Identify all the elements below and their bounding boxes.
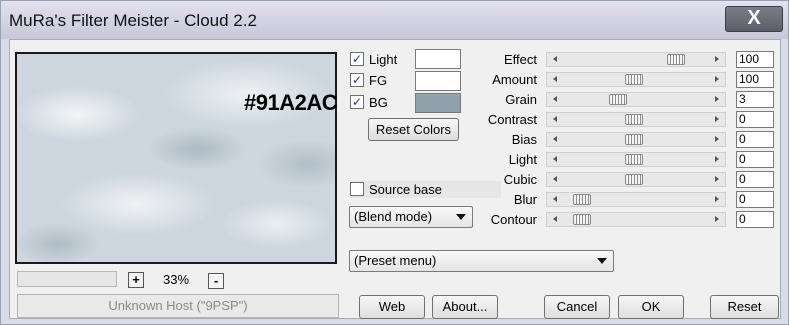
host-status: Unknown Host ("9PSP") xyxy=(17,294,339,318)
param-value-1[interactable]: 100 xyxy=(736,71,774,88)
param-label-3: Contrast xyxy=(487,112,537,127)
arrow-right-icon[interactable] xyxy=(715,216,719,222)
slider-thumb[interactable] xyxy=(609,94,627,105)
param-label-6: Cubic xyxy=(503,172,537,187)
fg-checkbox-label: FG xyxy=(369,73,388,88)
param-value-6[interactable]: 0 xyxy=(736,171,774,188)
param-value-5[interactable]: 0 xyxy=(736,151,774,168)
param-slider-8[interactable] xyxy=(546,212,726,227)
param-label-7: Blur xyxy=(513,192,537,207)
window-title: MuRa's Filter Meister - Cloud 2.2 xyxy=(9,11,257,30)
param-slider-0[interactable] xyxy=(546,52,726,67)
param-value-2[interactable]: 3 xyxy=(736,91,774,108)
ok-button[interactable]: OK xyxy=(618,295,684,319)
arrow-right-icon[interactable] xyxy=(715,76,719,82)
filter-dialog-window: MuRa's Filter Meister - Cloud 2.2 X #91A… xyxy=(0,0,789,325)
light-checkbox[interactable]: ✓ xyxy=(350,52,364,66)
param-value-8[interactable]: 0 xyxy=(736,211,774,228)
param-label-2: Grain xyxy=(505,92,537,107)
zoom-in-button[interactable]: + xyxy=(128,272,144,288)
arrow-left-icon[interactable] xyxy=(553,196,557,202)
param-slider-3[interactable] xyxy=(546,112,726,127)
slider-thumb[interactable] xyxy=(573,214,591,225)
blend-mode-value: (Blend mode) xyxy=(354,209,433,224)
source-base-label: Source base xyxy=(369,182,442,197)
reset-button[interactable]: Reset xyxy=(710,295,779,319)
param-value-3[interactable]: 0 xyxy=(736,111,774,128)
param-value-7[interactable]: 0 xyxy=(736,191,774,208)
arrow-left-icon[interactable] xyxy=(553,156,557,162)
source-base-checkbox[interactable] xyxy=(350,182,364,196)
slider-thumb[interactable] xyxy=(667,54,685,65)
close-button[interactable]: X xyxy=(725,6,783,32)
arrow-left-icon[interactable] xyxy=(553,96,557,102)
slider-thumb[interactable] xyxy=(625,114,643,125)
arrow-right-icon[interactable] xyxy=(715,156,719,162)
param-label-5: Light xyxy=(508,152,537,167)
arrow-right-icon[interactable] xyxy=(715,176,719,182)
arrow-left-icon[interactable] xyxy=(553,116,557,122)
arrow-right-icon[interactable] xyxy=(715,56,719,62)
arrow-left-icon[interactable] xyxy=(553,56,557,62)
zoom-out-button[interactable]: - xyxy=(208,273,224,289)
slider-thumb[interactable] xyxy=(625,154,643,165)
param-slider-6[interactable] xyxy=(546,172,726,187)
preview-image[interactable] xyxy=(15,52,337,264)
param-slider-2[interactable] xyxy=(546,92,726,107)
fg-checkbox[interactable]: ✓ xyxy=(350,73,364,87)
slider-thumb[interactable] xyxy=(573,194,591,205)
preset-menu-dropdown[interactable]: (Preset menu) xyxy=(349,250,614,272)
param-value-0[interactable]: 100 xyxy=(736,51,774,68)
zoom-level: 33% xyxy=(163,272,190,287)
param-label-8: Contour xyxy=(490,212,537,227)
param-label-0: Effect xyxy=(503,52,537,67)
param-value-4[interactable]: 0 xyxy=(736,131,774,148)
param-label-1: Amount xyxy=(492,72,537,87)
arrow-right-icon[interactable] xyxy=(715,196,719,202)
slider-thumb[interactable] xyxy=(625,74,643,85)
cancel-button[interactable]: Cancel xyxy=(544,295,610,319)
about-button[interactable]: About... xyxy=(432,295,498,319)
arrow-left-icon[interactable] xyxy=(553,136,557,142)
param-slider-1[interactable] xyxy=(546,72,726,87)
preset-menu-value: (Preset menu) xyxy=(354,253,437,268)
preview-scrollbar[interactable] xyxy=(17,271,117,287)
bg-color-hex-label: #91A2AC xyxy=(244,90,338,115)
light-checkbox-label: Light xyxy=(369,52,398,67)
arrow-right-icon[interactable] xyxy=(715,116,719,122)
slider-thumb[interactable] xyxy=(625,134,643,145)
web-button[interactable]: Web xyxy=(359,295,425,319)
title-bar[interactable]: MuRa's Filter Meister - Cloud 2.2 X xyxy=(1,1,788,39)
param-slider-5[interactable] xyxy=(546,152,726,167)
arrow-left-icon[interactable] xyxy=(553,216,557,222)
param-slider-7[interactable] xyxy=(546,192,726,207)
bg-checkbox-label: BG xyxy=(369,95,388,110)
bg-checkbox[interactable]: ✓ xyxy=(350,95,364,109)
slider-thumb[interactable] xyxy=(625,174,643,185)
arrow-left-icon[interactable] xyxy=(553,76,557,82)
chevron-down-icon xyxy=(597,258,607,264)
param-slider-4[interactable] xyxy=(546,132,726,147)
param-label-4: Bias xyxy=(511,132,537,147)
arrow-right-icon[interactable] xyxy=(715,96,719,102)
arrow-right-icon[interactable] xyxy=(715,136,719,142)
arrow-left-icon[interactable] xyxy=(553,176,557,182)
